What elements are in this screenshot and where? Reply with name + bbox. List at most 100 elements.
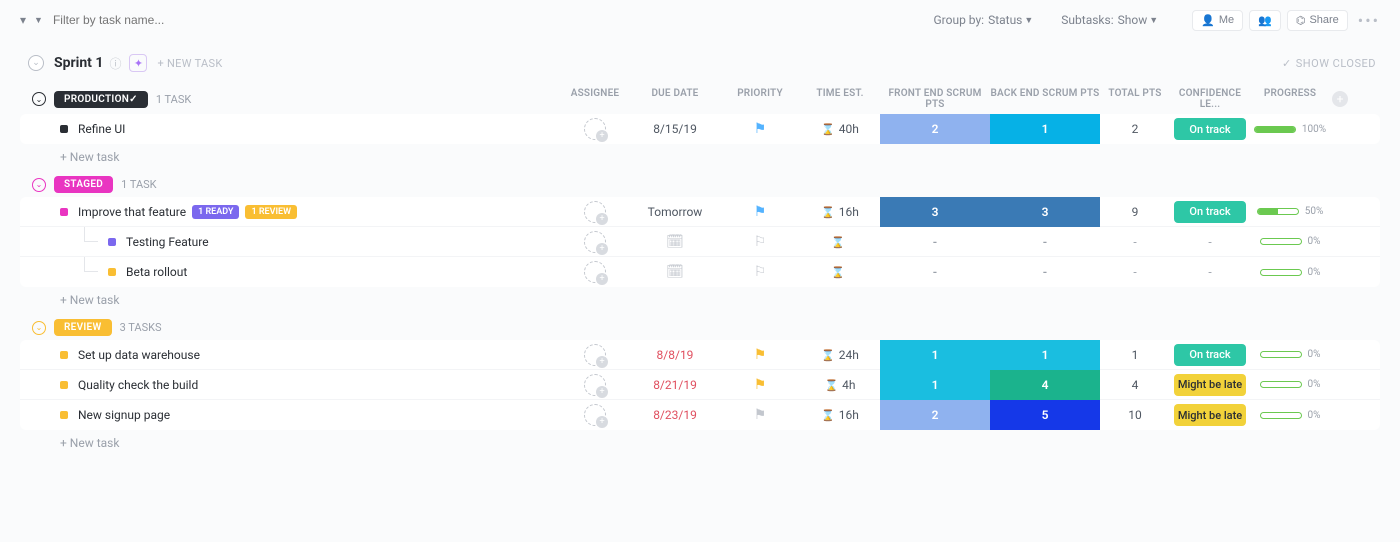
confidence-pill[interactable]: Might be late bbox=[1174, 374, 1246, 396]
group-collapse-toggle[interactable]: ⌄ bbox=[32, 92, 46, 106]
assignee-cell[interactable] bbox=[560, 370, 630, 400]
column-header[interactable]: ASSIGNEE bbox=[560, 88, 630, 110]
task-row[interactable]: Beta rollout🗓⚐⌛----0% bbox=[20, 257, 1380, 287]
back-end-pts-cell[interactable]: 4 bbox=[990, 370, 1100, 400]
status-square-icon[interactable] bbox=[60, 125, 68, 133]
front-end-pts-cell[interactable]: 1 bbox=[880, 340, 990, 370]
status-square-icon[interactable] bbox=[108, 268, 116, 276]
due-date-cell[interactable]: 8/8/19 bbox=[630, 340, 720, 370]
group-status-pill[interactable]: STAGED bbox=[54, 176, 113, 193]
add-column-button[interactable]: + bbox=[1330, 88, 1350, 110]
assignee-avatar[interactable] bbox=[584, 404, 606, 426]
total-pts-cell[interactable]: 4 bbox=[1100, 370, 1170, 400]
assignee-avatar[interactable] bbox=[584, 231, 606, 253]
subtask-tag[interactable]: 1 READY bbox=[192, 205, 239, 219]
time-estimate-cell[interactable]: ⌛24h bbox=[800, 340, 880, 370]
task-row[interactable]: Testing Feature🗓⚐⌛----0% bbox=[20, 227, 1380, 257]
me-button[interactable]: 👤 Me bbox=[1192, 10, 1243, 31]
assignee-avatar[interactable] bbox=[584, 118, 606, 140]
task-name[interactable]: Improve that feature bbox=[78, 205, 186, 219]
priority-cell[interactable]: ⚑ bbox=[720, 340, 800, 370]
front-end-pts-cell[interactable]: 3 bbox=[880, 197, 990, 227]
confidence-cell[interactable]: On track bbox=[1170, 197, 1250, 227]
assignee-cell[interactable] bbox=[560, 227, 630, 257]
total-pts-cell[interactable]: - bbox=[1100, 227, 1170, 257]
share-button[interactable]: ⌬ Share bbox=[1287, 10, 1348, 31]
back-end-pts-cell[interactable]: 1 bbox=[990, 340, 1100, 370]
time-estimate-cell[interactable]: ⌛16h bbox=[800, 400, 880, 430]
time-estimate-cell[interactable]: ⌛40h bbox=[800, 114, 880, 144]
priority-cell[interactable]: ⚑ bbox=[720, 114, 800, 144]
front-end-pts-cell[interactable]: 2 bbox=[880, 400, 990, 430]
priority-cell[interactable]: ⚑ bbox=[720, 400, 800, 430]
task-title-cell[interactable]: Testing Feature bbox=[20, 235, 560, 249]
assignee-cell[interactable] bbox=[560, 197, 630, 227]
status-square-icon[interactable] bbox=[108, 238, 116, 246]
assignee-avatar[interactable] bbox=[584, 374, 606, 396]
filter-input[interactable] bbox=[53, 13, 453, 27]
front-end-pts-cell[interactable]: - bbox=[880, 227, 990, 257]
task-title-cell[interactable]: Set up data warehouse bbox=[20, 348, 560, 362]
group-status-pill[interactable]: REVIEW bbox=[54, 319, 112, 336]
group-status-pill[interactable]: PRODUCTION ✓ bbox=[54, 91, 148, 108]
task-row[interactable]: Improve that feature 1 READY 1 REVIEW Tomor… bbox=[20, 197, 1380, 227]
confidence-cell[interactable]: - bbox=[1170, 227, 1250, 257]
subtask-tag[interactable]: 1 REVIEW bbox=[245, 205, 297, 219]
due-date-cell[interactable]: Tomorrow bbox=[630, 197, 720, 227]
column-header[interactable]: TOTAL PTS bbox=[1100, 88, 1170, 110]
task-name[interactable]: Beta rollout bbox=[126, 265, 187, 279]
task-name[interactable]: Refine UI bbox=[78, 122, 125, 136]
task-title-cell[interactable]: New signup page bbox=[20, 408, 560, 422]
column-header[interactable]: BACK END SCRUM PTS bbox=[990, 88, 1100, 110]
assignee-cell[interactable] bbox=[560, 400, 630, 430]
column-header[interactable]: CONFIDENCE LE... bbox=[1170, 88, 1250, 110]
status-square-icon[interactable] bbox=[60, 351, 68, 359]
priority-cell[interactable]: ⚑ bbox=[720, 370, 800, 400]
back-end-pts-cell[interactable]: - bbox=[990, 227, 1100, 257]
confidence-pill[interactable]: Might be late bbox=[1174, 404, 1246, 426]
new-task-button[interactable]: + New task bbox=[20, 144, 1380, 164]
total-pts-cell[interactable]: 1 bbox=[1100, 340, 1170, 370]
confidence-cell[interactable]: On track bbox=[1170, 114, 1250, 144]
confidence-pill[interactable]: On track bbox=[1174, 344, 1246, 366]
due-date-cell[interactable]: 8/23/19 bbox=[630, 400, 720, 430]
confidence-cell[interactable]: Might be late bbox=[1170, 400, 1250, 430]
task-title-cell[interactable]: Improve that feature 1 READY 1 REVIEW bbox=[20, 205, 560, 219]
more-icon[interactable]: ••• bbox=[1358, 11, 1380, 30]
time-estimate-cell[interactable]: ⌛16h bbox=[800, 197, 880, 227]
assignee-cell[interactable] bbox=[560, 340, 630, 370]
confidence-cell[interactable]: Might be late bbox=[1170, 370, 1250, 400]
assignee-avatar[interactable] bbox=[584, 344, 606, 366]
group-collapse-toggle[interactable]: ⌄ bbox=[32, 178, 46, 192]
new-task-button[interactable]: + NEW TASK bbox=[157, 57, 222, 70]
assignee-avatar[interactable] bbox=[584, 201, 606, 223]
column-header[interactable]: PROGRESS bbox=[1250, 88, 1330, 110]
status-square-icon[interactable] bbox=[60, 411, 68, 419]
front-end-pts-cell[interactable]: 2 bbox=[880, 114, 990, 144]
back-end-pts-cell[interactable]: 5 bbox=[990, 400, 1100, 430]
group-by-control[interactable]: Group by: Status ▼ bbox=[934, 13, 1044, 27]
due-date-cell[interactable]: 🗓 bbox=[630, 227, 720, 257]
info-icon[interactable]: ⓘ bbox=[109, 55, 121, 72]
filter-icon[interactable]: ▾ bbox=[20, 13, 26, 27]
subtasks-control[interactable]: Subtasks: Show ▼ bbox=[1061, 13, 1168, 27]
time-estimate-cell[interactable]: ⌛ bbox=[800, 257, 880, 287]
column-header[interactable]: TIME EST. bbox=[800, 88, 880, 110]
column-header[interactable]: FRONT END SCRUM PTS bbox=[880, 88, 990, 110]
confidence-pill[interactable]: On track bbox=[1174, 201, 1246, 223]
task-title-cell[interactable]: Quality check the build bbox=[20, 378, 560, 392]
task-name[interactable]: Set up data warehouse bbox=[78, 348, 200, 362]
priority-cell[interactable]: ⚐ bbox=[720, 227, 800, 257]
collapse-toggle[interactable]: ⌄ bbox=[28, 55, 44, 71]
task-name[interactable]: Testing Feature bbox=[126, 235, 209, 249]
chevron-down-icon[interactable]: ▼ bbox=[34, 15, 43, 26]
priority-cell[interactable]: ⚐ bbox=[720, 257, 800, 287]
due-date-cell[interactable]: 🗓 bbox=[630, 257, 720, 287]
total-pts-cell[interactable]: 9 bbox=[1100, 197, 1170, 227]
task-row[interactable]: Set up data warehouse8/8/19⚑⌛24h111On tr… bbox=[20, 340, 1380, 370]
task-row[interactable]: New signup page 8/23/19⚑⌛16h2510Might be … bbox=[20, 400, 1380, 430]
total-pts-cell[interactable]: 10 bbox=[1100, 400, 1170, 430]
front-end-pts-cell[interactable]: - bbox=[880, 257, 990, 287]
assignee-avatar[interactable] bbox=[584, 261, 606, 283]
total-pts-cell[interactable]: 2 bbox=[1100, 114, 1170, 144]
